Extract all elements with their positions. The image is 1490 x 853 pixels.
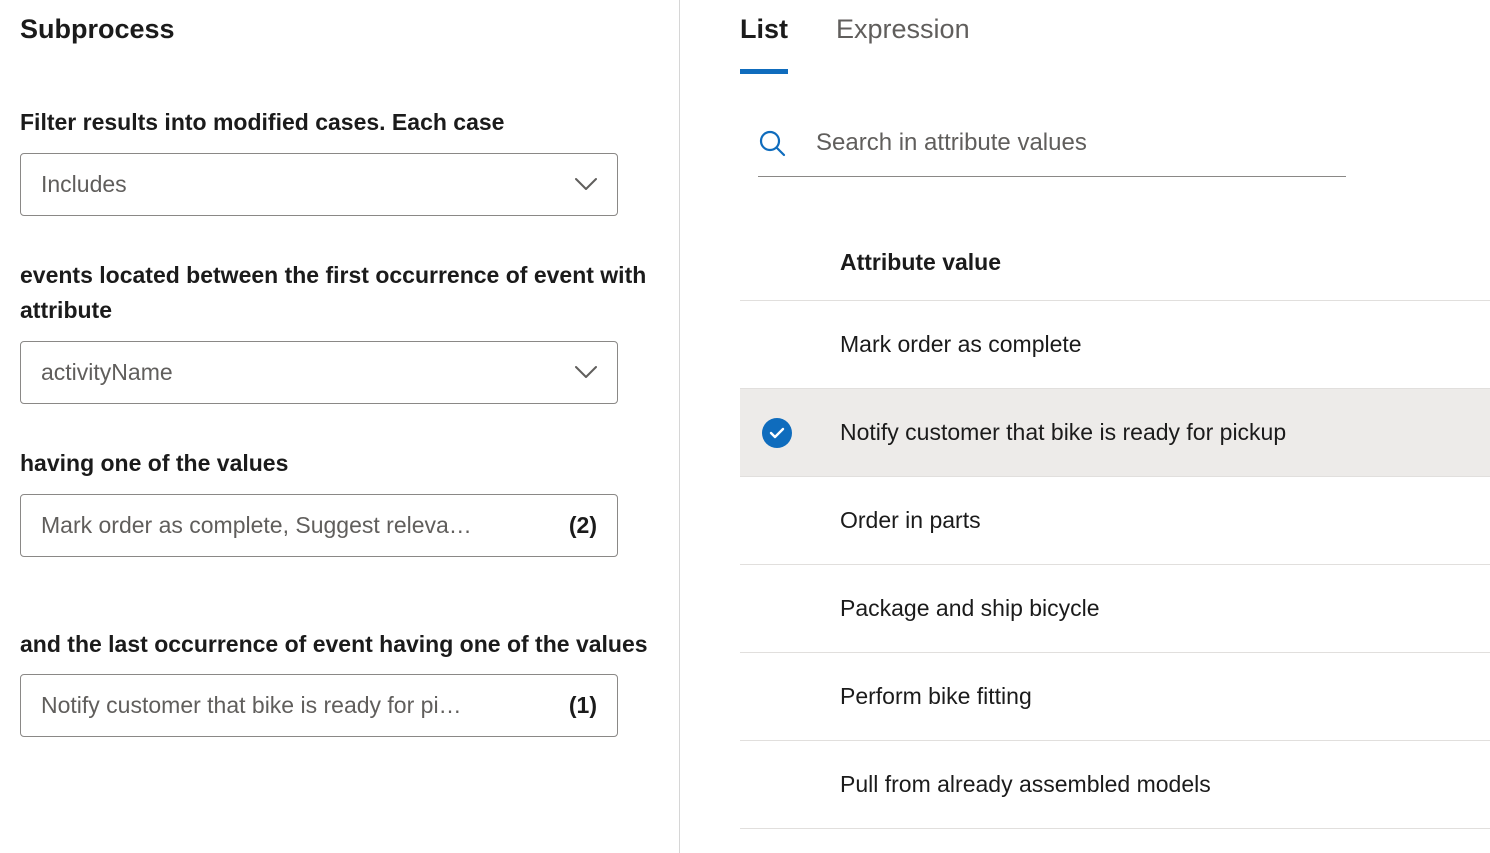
attribute-value-label: Order in parts bbox=[840, 507, 981, 534]
having-values-text: Mark order as complete, Suggest releva… bbox=[41, 512, 553, 539]
attribute-value-label: Mark order as complete bbox=[840, 331, 1082, 358]
last-label: and the last occurrence of event having … bbox=[20, 627, 659, 663]
attribute-value: activityName bbox=[41, 359, 173, 386]
attribute-value-row[interactable]: Notify customer that bike is ready for p… bbox=[740, 389, 1490, 477]
tab-expression[interactable]: Expression bbox=[836, 14, 970, 74]
chevron-down-icon bbox=[575, 365, 597, 379]
filter-select[interactable]: Includes bbox=[20, 153, 618, 216]
attribute-value-row[interactable]: Order in parts bbox=[740, 477, 1490, 565]
attribute-value-label: Pull from already assembled models bbox=[840, 771, 1211, 798]
chevron-down-icon bbox=[575, 177, 597, 191]
attribute-value-label: Notify customer that bike is ready for p… bbox=[840, 419, 1286, 446]
attribute-value-list: Mark order as complete Notify customer th… bbox=[740, 301, 1490, 829]
attribute-value-row[interactable]: Pull from already assembled models bbox=[740, 741, 1490, 829]
right-panel: List Expression Attribute value Mark ord… bbox=[680, 0, 1490, 853]
between-label: events located between the first occurre… bbox=[20, 258, 659, 329]
attribute-value-row[interactable]: Package and ship bicycle bbox=[740, 565, 1490, 653]
attribute-value-header: Attribute value bbox=[740, 249, 1490, 301]
search-row bbox=[758, 128, 1346, 177]
attribute-value-row[interactable]: Perform bike fitting bbox=[740, 653, 1490, 741]
having-label: having one of the values bbox=[20, 446, 659, 482]
search-icon bbox=[758, 129, 786, 157]
left-panel: Subprocess Filter results into modified … bbox=[0, 0, 680, 853]
last-values-count: (1) bbox=[569, 692, 597, 719]
last-values-select[interactable]: Notify customer that bike is ready for p… bbox=[20, 674, 618, 737]
filter-value: Includes bbox=[41, 171, 127, 198]
attribute-value-label: Package and ship bicycle bbox=[840, 595, 1100, 622]
search-input[interactable] bbox=[814, 128, 1346, 158]
check-icon bbox=[762, 418, 792, 448]
attribute-value-row[interactable]: Mark order as complete bbox=[740, 301, 1490, 389]
having-values-select[interactable]: Mark order as complete, Suggest releva… … bbox=[20, 494, 618, 557]
filter-label: Filter results into modified cases. Each… bbox=[20, 105, 659, 141]
tab-list[interactable]: List bbox=[740, 14, 788, 74]
attribute-select[interactable]: activityName bbox=[20, 341, 618, 404]
page-title: Subprocess bbox=[20, 14, 659, 45]
attribute-value-label: Perform bike fitting bbox=[840, 683, 1032, 710]
having-values-count: (2) bbox=[569, 512, 597, 539]
last-values-text: Notify customer that bike is ready for p… bbox=[41, 692, 553, 719]
tabs: List Expression bbox=[740, 14, 1490, 74]
